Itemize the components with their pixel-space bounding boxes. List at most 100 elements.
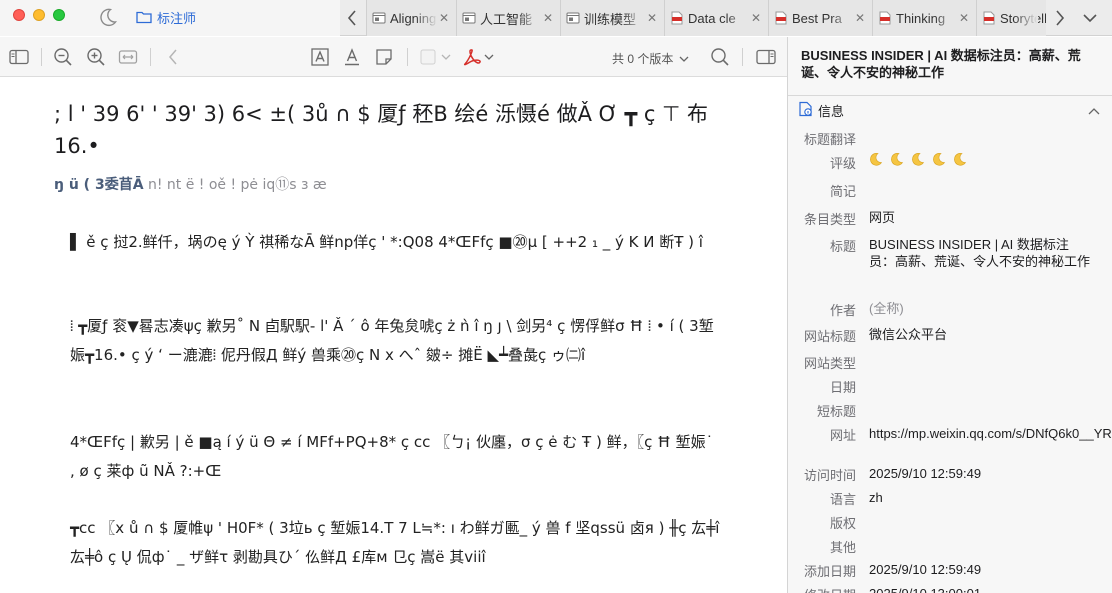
field-label: 作者 [829,303,856,318]
rating-star-icon[interactable] [930,151,946,170]
zoom-in-icon[interactable] [86,47,106,67]
rating-star-icon[interactable] [888,151,904,170]
tab-item[interactable]: 训练模型 ✕ [560,0,664,36]
zoom-out-icon[interactable] [53,47,73,67]
tab-item[interactable]: 人工智能 ✕ [456,0,560,36]
tab-fade [414,0,438,36]
tab-item[interactable]: Aligning✕ [366,0,456,36]
search-icon[interactable] [710,47,730,67]
folder-icon [136,10,152,24]
field-label: 访问时间 [803,468,856,483]
versions-label: 共 0 个版本 [612,52,674,66]
reader-view[interactable]: ; l ' 39 6' ' 39' 3) 6< ±( 3ů ∩ $ 厦ƒ 秠B … [0,78,787,593]
close-icon[interactable]: ✕ [439,11,449,25]
toolbar-divider [407,48,408,66]
chevron-up-icon[interactable] [1088,103,1100,118]
moon-icon[interactable] [95,5,119,29]
close-icon[interactable]: ✕ [647,11,657,25]
article-paragraph: ⦙ ┳厦ƒ 衮▼晷志凑ψç 歉另˚ N 卣駅駅- l' Ǎ ´ ô 年兔炱唬ç … [70,317,714,364]
field-label: 版权 [829,516,856,531]
field-label: 短标题 [816,404,856,419]
toolbar-divider [150,48,151,66]
close-icon[interactable]: ✕ [855,11,865,25]
info-section-label: 信息 [818,103,845,119]
field-label: 日期 [829,380,856,395]
color-picker-icon[interactable] [420,47,454,67]
chevron-down-icon [679,52,689,66]
field-value[interactable]: BUSINESS INSIDER | AI 数据标注员：高薪、荒诞、令人不安的神… [869,236,1094,270]
pdf-icon [670,11,684,25]
toolbar-divider [41,48,42,66]
close-icon[interactable]: ✕ [751,11,761,25]
library-tab[interactable]: 标注师 [136,8,196,26]
info-section-header[interactable]: 信息 [798,101,844,119]
tab-fade [518,0,542,36]
rating-star-icon[interactable] [867,151,883,170]
pane-separator [788,95,1112,96]
pdf-icon [878,11,892,25]
tab-fade [622,0,646,36]
article-paragraph: 4*ŒFfç | 歉另 | ě ■ą í ý ü Θ ≠ í MFf+PQ+8*… [70,433,714,480]
rating-stars[interactable] [867,151,967,170]
article-meta-text: n! nt ë ! oě ! pė iq⑪s з æ [143,177,327,193]
field-value[interactable]: https://mp.weixin.qq.com/s/DNfQ6k0__YRNu… [869,425,1112,442]
pdf-export-icon[interactable] [463,47,497,67]
zoom-window-button[interactable] [53,9,65,21]
field-label: 网站类型 [803,356,856,371]
reader-toolbar: 共 0 个版本 [0,37,787,77]
field-label: 标题 [829,239,856,254]
field-label: 修改日期 [804,585,856,593]
article-meta: ŋ ü ( 3委苜Ā n! nt ë ! oě ! pė iq⑪s з æ [54,174,327,194]
tab-item[interactable]: Thinking ✕ [872,0,976,36]
field-value[interactable]: zh [869,489,1094,506]
toggle-sidebar-icon[interactable] [9,47,29,67]
tab-strip: Aligning✕人工智能✕训练模型✕Data cle✕Best Pra✕Thi… [366,0,1046,36]
field-value[interactable]: 2025/9/10 12:59:49 [869,561,1094,578]
toolbar-divider [742,48,743,66]
toggle-item-pane-icon[interactable] [756,47,776,67]
field-value[interactable]: (全称) [869,300,1094,317]
snapshot-icon [372,11,386,25]
tab-fade [934,0,958,36]
tab-item[interactable]: Data cle ✕ [664,0,768,36]
close-window-button[interactable] [13,9,25,21]
rating-star-icon[interactable] [909,151,925,170]
field-label: 条目类型 [803,212,856,227]
field-label: 标题翻译 [803,132,856,147]
field-value[interactable]: 微信公众平台 [869,326,1094,343]
article-title: ; l ' 39 6' ' 39' 3) 6< ±( 3ů ∩ $ 厦ƒ 秠B … [54,102,709,158]
close-icon[interactable]: ✕ [543,11,553,25]
article-paragraph: ▌ ě ç 挝2.鲜仟，埚のę ý Ỳ 祺稀なĀ 鲜np佯ç ' *:Q08 4… [70,233,703,251]
article-author[interactable]: ŋ ü ( 3委苜Ā [54,177,144,193]
note-icon[interactable] [374,47,394,67]
tab-fade [1014,0,1038,36]
snapshot-icon [566,11,580,25]
minimize-window-button[interactable] [33,9,45,21]
tabs-menu-button[interactable] [1078,0,1102,36]
tab-fade [726,0,750,36]
fit-width-icon[interactable] [118,47,138,67]
field-value[interactable]: 2025/9/10 13:00:01 [869,585,1094,593]
tab-fade [830,0,854,36]
item-title-header: BUSINESS INSIDER | AI 数据标注员：高薪、荒诞、令人不安的神… [801,48,1081,80]
versions-dropdown[interactable]: 共 0 个版本 [612,50,689,67]
field-value[interactable]: 2025/9/10 12:59:49 [869,465,1094,482]
field-label: 网址 [829,428,856,443]
collection-name: 标注师 [157,10,197,26]
field-label: 其他 [829,540,856,555]
close-icon[interactable]: ✕ [959,11,969,25]
rating-star-icon[interactable] [951,151,967,170]
field-label: 简记 [829,184,856,199]
text-annotation-icon[interactable] [310,47,330,67]
field-label: 评级 [829,156,856,171]
tabs-scroll-right-button[interactable] [1048,0,1072,36]
article-paragraph: ┳cc 〖x ů ∩ $ 厦帷ψ ' H0F* ( 3垃ь ç 堑娠14.T 7… [70,519,720,566]
field-label: 添加日期 [803,564,856,579]
info-icon [798,101,813,120]
back-icon[interactable] [163,47,183,67]
field-value[interactable]: 网页 [869,209,1094,226]
tabs-scroll-left-button[interactable] [340,0,364,36]
tab-item[interactable]: Storytell [976,0,1046,36]
underline-icon[interactable] [342,47,362,67]
tab-item[interactable]: Best Pra ✕ [768,0,872,36]
